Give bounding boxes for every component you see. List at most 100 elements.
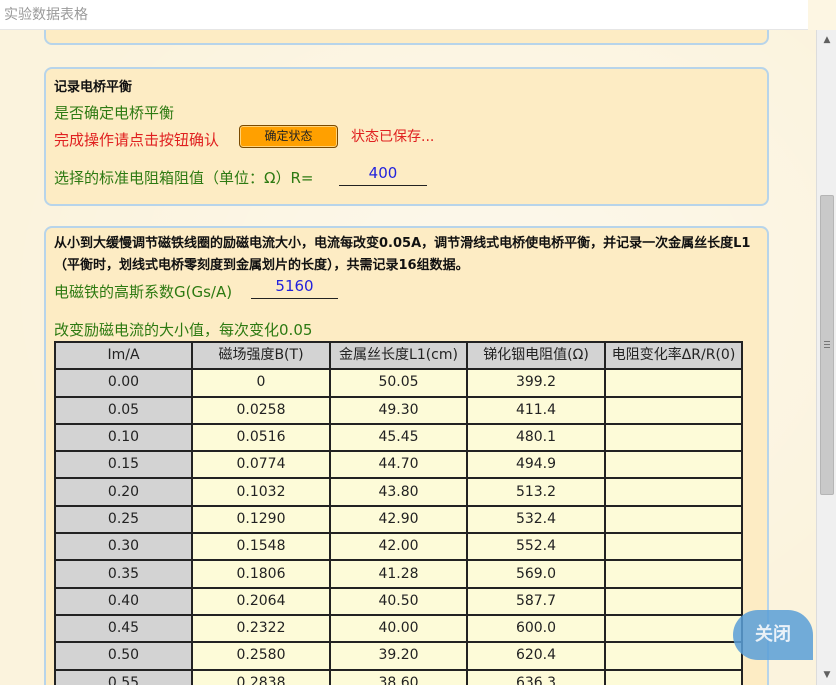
cell-resistance[interactable]: 494.9 — [466, 450, 606, 480]
current-step-note: 改变励磁电流的大小值，每次变化0.05 — [54, 321, 313, 339]
cell-field-strength[interactable]: 0.0258 — [191, 395, 331, 425]
cell-resistance[interactable]: 569.0 — [466, 559, 606, 589]
cell-resistance-change[interactable] — [604, 668, 743, 685]
cell-resistance-change[interactable] — [604, 477, 743, 507]
cell-current: 0.25 — [54, 504, 193, 535]
bridge-heading: 记录电桥平衡 — [54, 80, 133, 95]
cell-current: 0.00 — [54, 368, 193, 398]
column-header-current: Im/A — [54, 340, 193, 371]
procedure-description: 从小到大缓慢调节磁铁线圈的励磁电流大小，电流每改变0.05A，调节滑线式电桥使电… — [54, 236, 751, 273]
table-row: 0.45 0.2322 40.00 600.0 — [54, 613, 743, 644]
cell-resistance-change[interactable] — [604, 368, 743, 398]
resistor-value-field[interactable]: 400 — [339, 164, 427, 186]
chevron-down-icon[interactable]: ▼ — [817, 667, 836, 683]
cell-resistance-change[interactable] — [604, 504, 743, 535]
cell-resistance-change[interactable] — [604, 395, 743, 425]
content-area[interactable]: 记录电桥平衡 是否确定电桥平衡 完成操作请点击按钮确认 确定状态 状态已保存..… — [0, 30, 816, 685]
window-title: 实验数据表格 — [0, 0, 808, 30]
cell-current: 0.20 — [54, 477, 193, 507]
cell-resistance[interactable]: 532.4 — [466, 504, 606, 535]
table-row: 0.25 0.1290 42.90 532.4 — [54, 504, 743, 535]
cell-field-strength[interactable]: 0.2580 — [191, 641, 331, 671]
cell-current: 0.40 — [54, 586, 193, 616]
cell-field-strength[interactable]: 0.0774 — [191, 450, 331, 480]
cell-wire-length[interactable]: 40.00 — [329, 613, 468, 644]
cell-resistance-change[interactable] — [604, 422, 743, 453]
cell-wire-length[interactable]: 42.90 — [329, 504, 468, 535]
confirm-state-button[interactable]: 确定状态 — [239, 125, 338, 148]
cell-resistance-change[interactable] — [604, 641, 743, 671]
table-row: 0.55 0.2838 38.60 636.3 — [54, 668, 743, 685]
data-table: Im/A 磁场强度B(T) 金属丝长度L1(cm) 锑化铟电阻值(Ω) 电阻变化… — [54, 340, 743, 685]
cell-resistance[interactable]: 480.1 — [466, 422, 606, 453]
table-row: 0.50 0.2580 39.20 620.4 — [54, 641, 743, 671]
cell-current: 0.30 — [54, 532, 193, 562]
cell-current: 0.45 — [54, 613, 193, 644]
cell-resistance[interactable]: 620.4 — [466, 641, 606, 671]
cell-wire-length[interactable]: 50.05 — [329, 368, 468, 398]
cell-wire-length[interactable]: 43.80 — [329, 477, 468, 507]
gauss-coefficient-label: 电磁铁的高斯系数G(Gs/A) — [54, 283, 233, 301]
cell-wire-length[interactable]: 45.45 — [329, 422, 468, 453]
cell-resistance[interactable]: 552.4 — [466, 532, 606, 562]
grip-line-icon — [824, 347, 830, 348]
table-row: 0.20 0.1032 43.80 513.2 — [54, 477, 743, 507]
cell-field-strength[interactable]: 0.1806 — [191, 559, 331, 589]
cell-wire-length[interactable]: 39.20 — [329, 641, 468, 671]
cell-current: 0.05 — [54, 395, 193, 425]
cell-resistance[interactable]: 587.7 — [466, 586, 606, 616]
bridge-instruction: 完成操作请点击按钮确认 — [54, 131, 220, 149]
column-header-resistance: 锑化铟电阻值(Ω) — [466, 340, 606, 371]
column-header-field-strength: 磁场强度B(T) — [191, 340, 331, 371]
table-body: 0.00 0 50.05 399.2 0.05 0.0258 49.30 411.4 0.10 0… — [54, 368, 743, 685]
column-header-wire-length: 金属丝长度L1(cm) — [329, 340, 468, 371]
table-row: 0.40 0.2064 40.50 587.7 — [54, 586, 743, 616]
close-button[interactable]: 关闭 — [733, 610, 813, 660]
cell-field-strength[interactable]: 0.1548 — [191, 532, 331, 562]
table-row: 0.05 0.0258 49.30 411.4 — [54, 395, 743, 425]
table-row: 0.10 0.0516 45.45 480.1 — [54, 422, 743, 453]
vertical-scrollbar[interactable]: ▲ ▼ — [816, 30, 836, 685]
cell-resistance-change[interactable] — [604, 532, 743, 562]
table-row: 0.00 0 50.05 399.2 — [54, 368, 743, 398]
cell-current: 0.15 — [54, 450, 193, 480]
cell-wire-length[interactable]: 40.50 — [329, 586, 468, 616]
cell-resistance[interactable]: 636.3 — [466, 668, 606, 685]
cell-resistance-change[interactable] — [604, 450, 743, 480]
resistor-label: 选择的标准电阻箱阻值（单位：Ω）R= — [54, 169, 314, 187]
cell-wire-length[interactable]: 41.28 — [329, 559, 468, 589]
grip-line-icon — [824, 341, 830, 342]
cell-field-strength[interactable]: 0.1290 — [191, 504, 331, 535]
cell-resistance-change[interactable] — [604, 559, 743, 589]
chevron-up-icon[interactable]: ▲ — [817, 32, 836, 48]
cell-field-strength[interactable]: 0.2838 — [191, 668, 331, 685]
table-header-row: Im/A 磁场强度B(T) 金属丝长度L1(cm) 锑化铟电阻值(Ω) 电阻变化… — [54, 340, 743, 371]
cell-current: 0.35 — [54, 559, 193, 589]
table-row: 0.15 0.0774 44.70 494.9 — [54, 450, 743, 480]
cell-wire-length[interactable]: 44.70 — [329, 450, 468, 480]
cell-wire-length[interactable]: 49.30 — [329, 395, 468, 425]
cell-field-strength[interactable]: 0.2064 — [191, 586, 331, 616]
status-saved-text: 状态已保存... — [351, 129, 435, 145]
previous-section-panel — [44, 30, 769, 45]
cell-resistance[interactable]: 399.2 — [466, 368, 606, 398]
cell-field-strength[interactable]: 0 — [191, 368, 331, 398]
gauss-coefficient-field[interactable]: 5160 — [251, 277, 338, 299]
scrollbar-thumb[interactable] — [820, 195, 834, 495]
cell-resistance[interactable]: 600.0 — [466, 613, 606, 644]
bridge-balance-panel: 记录电桥平衡 是否确定电桥平衡 完成操作请点击按钮确认 确定状态 状态已保存..… — [44, 67, 769, 206]
cell-field-strength[interactable]: 0.0516 — [191, 422, 331, 453]
cell-current: 0.10 — [54, 422, 193, 453]
cell-wire-length[interactable]: 38.60 — [329, 668, 468, 685]
cell-resistance[interactable]: 411.4 — [466, 395, 606, 425]
cell-field-strength[interactable]: 0.1032 — [191, 477, 331, 507]
bridge-question: 是否确定电桥平衡 — [54, 104, 175, 122]
cell-field-strength[interactable]: 0.2322 — [191, 613, 331, 644]
cell-resistance[interactable]: 513.2 — [466, 477, 606, 507]
cell-resistance-change[interactable] — [604, 586, 743, 616]
column-header-resistance-change: 电阻变化率ΔR/R(0) — [604, 340, 743, 371]
cell-wire-length[interactable]: 42.00 — [329, 532, 468, 562]
cell-resistance-change[interactable] — [604, 613, 743, 644]
cell-current: 0.55 — [54, 668, 193, 685]
cell-current: 0.50 — [54, 641, 193, 671]
